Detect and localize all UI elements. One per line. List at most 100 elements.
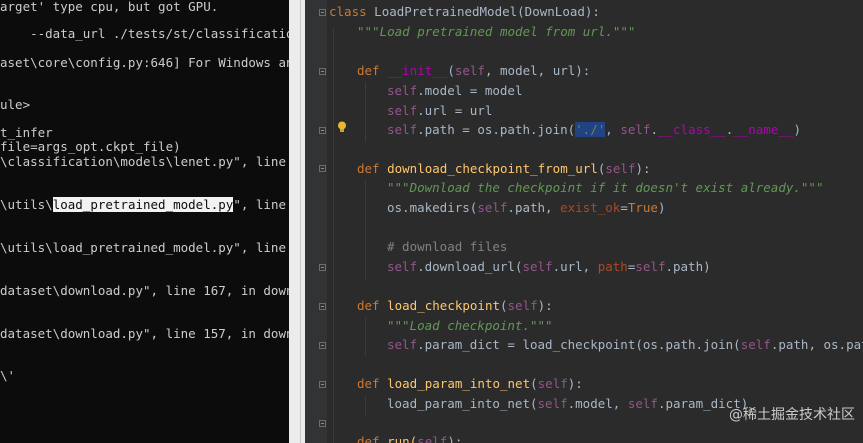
- punct: .: [650, 122, 658, 137]
- terminal-line: aset\core\config.py:646] For Windows and: [0, 55, 289, 70]
- punct: (: [530, 376, 538, 391]
- code-line: self.model = model: [387, 83, 522, 99]
- code-line-current: self.path = os.path.join('./', self.__cl…: [387, 122, 801, 138]
- fold-marker-icon[interactable]: [319, 420, 326, 427]
- code-text: .download_url(: [417, 259, 523, 274]
- indent-guide: [365, 82, 366, 142]
- code-line: load_param_into_net(self.model, self.par…: [387, 396, 748, 412]
- keyword: def: [357, 161, 380, 176]
- terminal-line: --data_url ./tests/st/classification/d: [0, 26, 289, 41]
- fold-marker-icon[interactable]: [319, 264, 326, 271]
- terminal-line: \': [0, 368, 16, 383]
- indent-guide: [333, 28, 334, 443]
- function-name: run(: [387, 434, 418, 443]
- terminal-line: file=args_opt.ckpt_file): [0, 139, 181, 154]
- lightbulb-icon[interactable]: [337, 121, 347, 133]
- self: self: [522, 259, 553, 274]
- code-line-def: def run(self):: [357, 434, 462, 443]
- code-text: .path, os.path.b: [770, 337, 863, 352]
- keyword: def: [357, 434, 380, 443]
- indent-guide: [365, 396, 366, 416]
- code-line-def-init: def __init__(self, model, url):: [357, 63, 590, 79]
- fold-marker-icon[interactable]: [319, 303, 326, 310]
- code-text: .path,: [507, 200, 561, 215]
- code-text: .param_dict = load_checkpoint(os.path.jo…: [417, 337, 741, 352]
- fold-marker-icon[interactable]: [319, 9, 326, 16]
- self: self: [740, 337, 771, 352]
- self: self: [537, 376, 568, 391]
- self: self: [507, 298, 538, 313]
- code-comment: # download files: [387, 239, 508, 254]
- code-line-def: def download_checkpoint_from_url(self):: [357, 161, 651, 177]
- punct: (: [500, 298, 508, 313]
- function-name: download_checkpoint_from_url: [387, 161, 598, 176]
- self: self: [605, 161, 636, 176]
- keyword: def: [357, 376, 380, 391]
- code-text: load_param_into_net(: [387, 396, 538, 411]
- code-line: self.url = url: [387, 103, 492, 119]
- punct: ):: [635, 161, 651, 176]
- punct: ,: [605, 122, 621, 137]
- code-text: .path = os.path.join(: [417, 122, 576, 137]
- dunder-attr: __name__: [733, 122, 794, 137]
- editor-gutter: [305, 0, 327, 443]
- code-line-docstring: """Download the checkpoint if it doesn't…: [387, 180, 824, 195]
- params: , model, url):: [484, 63, 591, 78]
- string-literal: './': [575, 122, 606, 137]
- code-line: os.makedirs(self.path, exist_ok=True): [387, 200, 666, 216]
- self: self: [454, 63, 485, 78]
- punct: =: [620, 200, 628, 215]
- punct: ):: [567, 376, 583, 391]
- terminal-line: \classification\models\lenet.py", line 3…: [0, 154, 289, 169]
- code-line-def: def load_checkpoint(self):: [357, 298, 553, 314]
- indent-guide: [365, 180, 366, 280]
- self: self: [387, 83, 418, 98]
- fold-marker-icon[interactable]: [319, 127, 326, 134]
- code-editor[interactable]: class LoadPretrainedModel(DownLoad): """…: [305, 0, 863, 443]
- fold-marker-icon[interactable]: [319, 381, 326, 388]
- self: self: [387, 337, 418, 352]
- kwarg: path: [597, 259, 628, 274]
- pane-divider[interactable]: [289, 0, 305, 443]
- class-name: LoadPretrainedModel(DownLoad):: [374, 4, 600, 19]
- self: self: [620, 122, 651, 137]
- code-line-def: def load_param_into_net(self):: [357, 376, 583, 392]
- terminal-line-selected: \utils\load_pretrained_model.py", line 4…: [0, 197, 289, 212]
- punct: ):: [447, 434, 463, 443]
- punct: ): [657, 200, 666, 215]
- code-line: self.param_dict = load_checkpoint(os.pat…: [387, 337, 863, 353]
- code-text: os.makedirs(: [387, 200, 478, 215]
- fold-marker-icon[interactable]: [319, 165, 326, 172]
- fold-marker-icon[interactable]: [319, 68, 326, 75]
- self: self: [627, 396, 658, 411]
- self: self: [477, 200, 508, 215]
- terminal-path-segment: \utils\: [0, 197, 53, 212]
- function-name: load_checkpoint: [387, 298, 500, 313]
- fold-marker-icon[interactable]: [319, 342, 326, 349]
- code-line-class-def: class LoadPretrainedModel(DownLoad):: [329, 4, 600, 20]
- code-text: .path): [665, 259, 711, 274]
- terminal-line: dataset\download.py", line 167, in downl: [0, 283, 289, 298]
- punct: (: [447, 63, 455, 78]
- terminal-line-tail: ", line 48: [233, 197, 286, 212]
- indent-guide: [365, 318, 366, 356]
- code-text: .model,: [567, 396, 628, 411]
- kwarg: exist_ok: [560, 200, 621, 215]
- code-text: .url,: [552, 259, 598, 274]
- pane-divider-line: [300, 0, 301, 443]
- function-name: load_param_into_net: [387, 376, 531, 391]
- terminal-line: arget' type cpu, but got GPU.: [0, 0, 219, 14]
- terminal-line: dataset\download.py", line 157, in downl: [0, 326, 289, 341]
- self: self: [387, 259, 418, 274]
- function-name: __init__: [387, 63, 448, 78]
- code-line-docstring: """Load pretrained model from url.""": [357, 24, 636, 39]
- terminal-line: \utils\load_pretrained_model.py", line 3…: [0, 240, 289, 255]
- terminal-pane[interactable]: arget' type cpu, but got GPU. --data_url…: [0, 0, 289, 443]
- terminal-line: ule>: [0, 97, 31, 112]
- code-text: .model = model: [417, 83, 523, 98]
- selected-filename[interactable]: load_pretrained_model.py: [52, 197, 234, 212]
- code-line: self.download_url(self.url, path=self.pa…: [387, 259, 711, 275]
- code-text: .url = url: [417, 103, 493, 118]
- punct: ):: [537, 298, 553, 313]
- dunder-attr: __class__: [657, 122, 726, 137]
